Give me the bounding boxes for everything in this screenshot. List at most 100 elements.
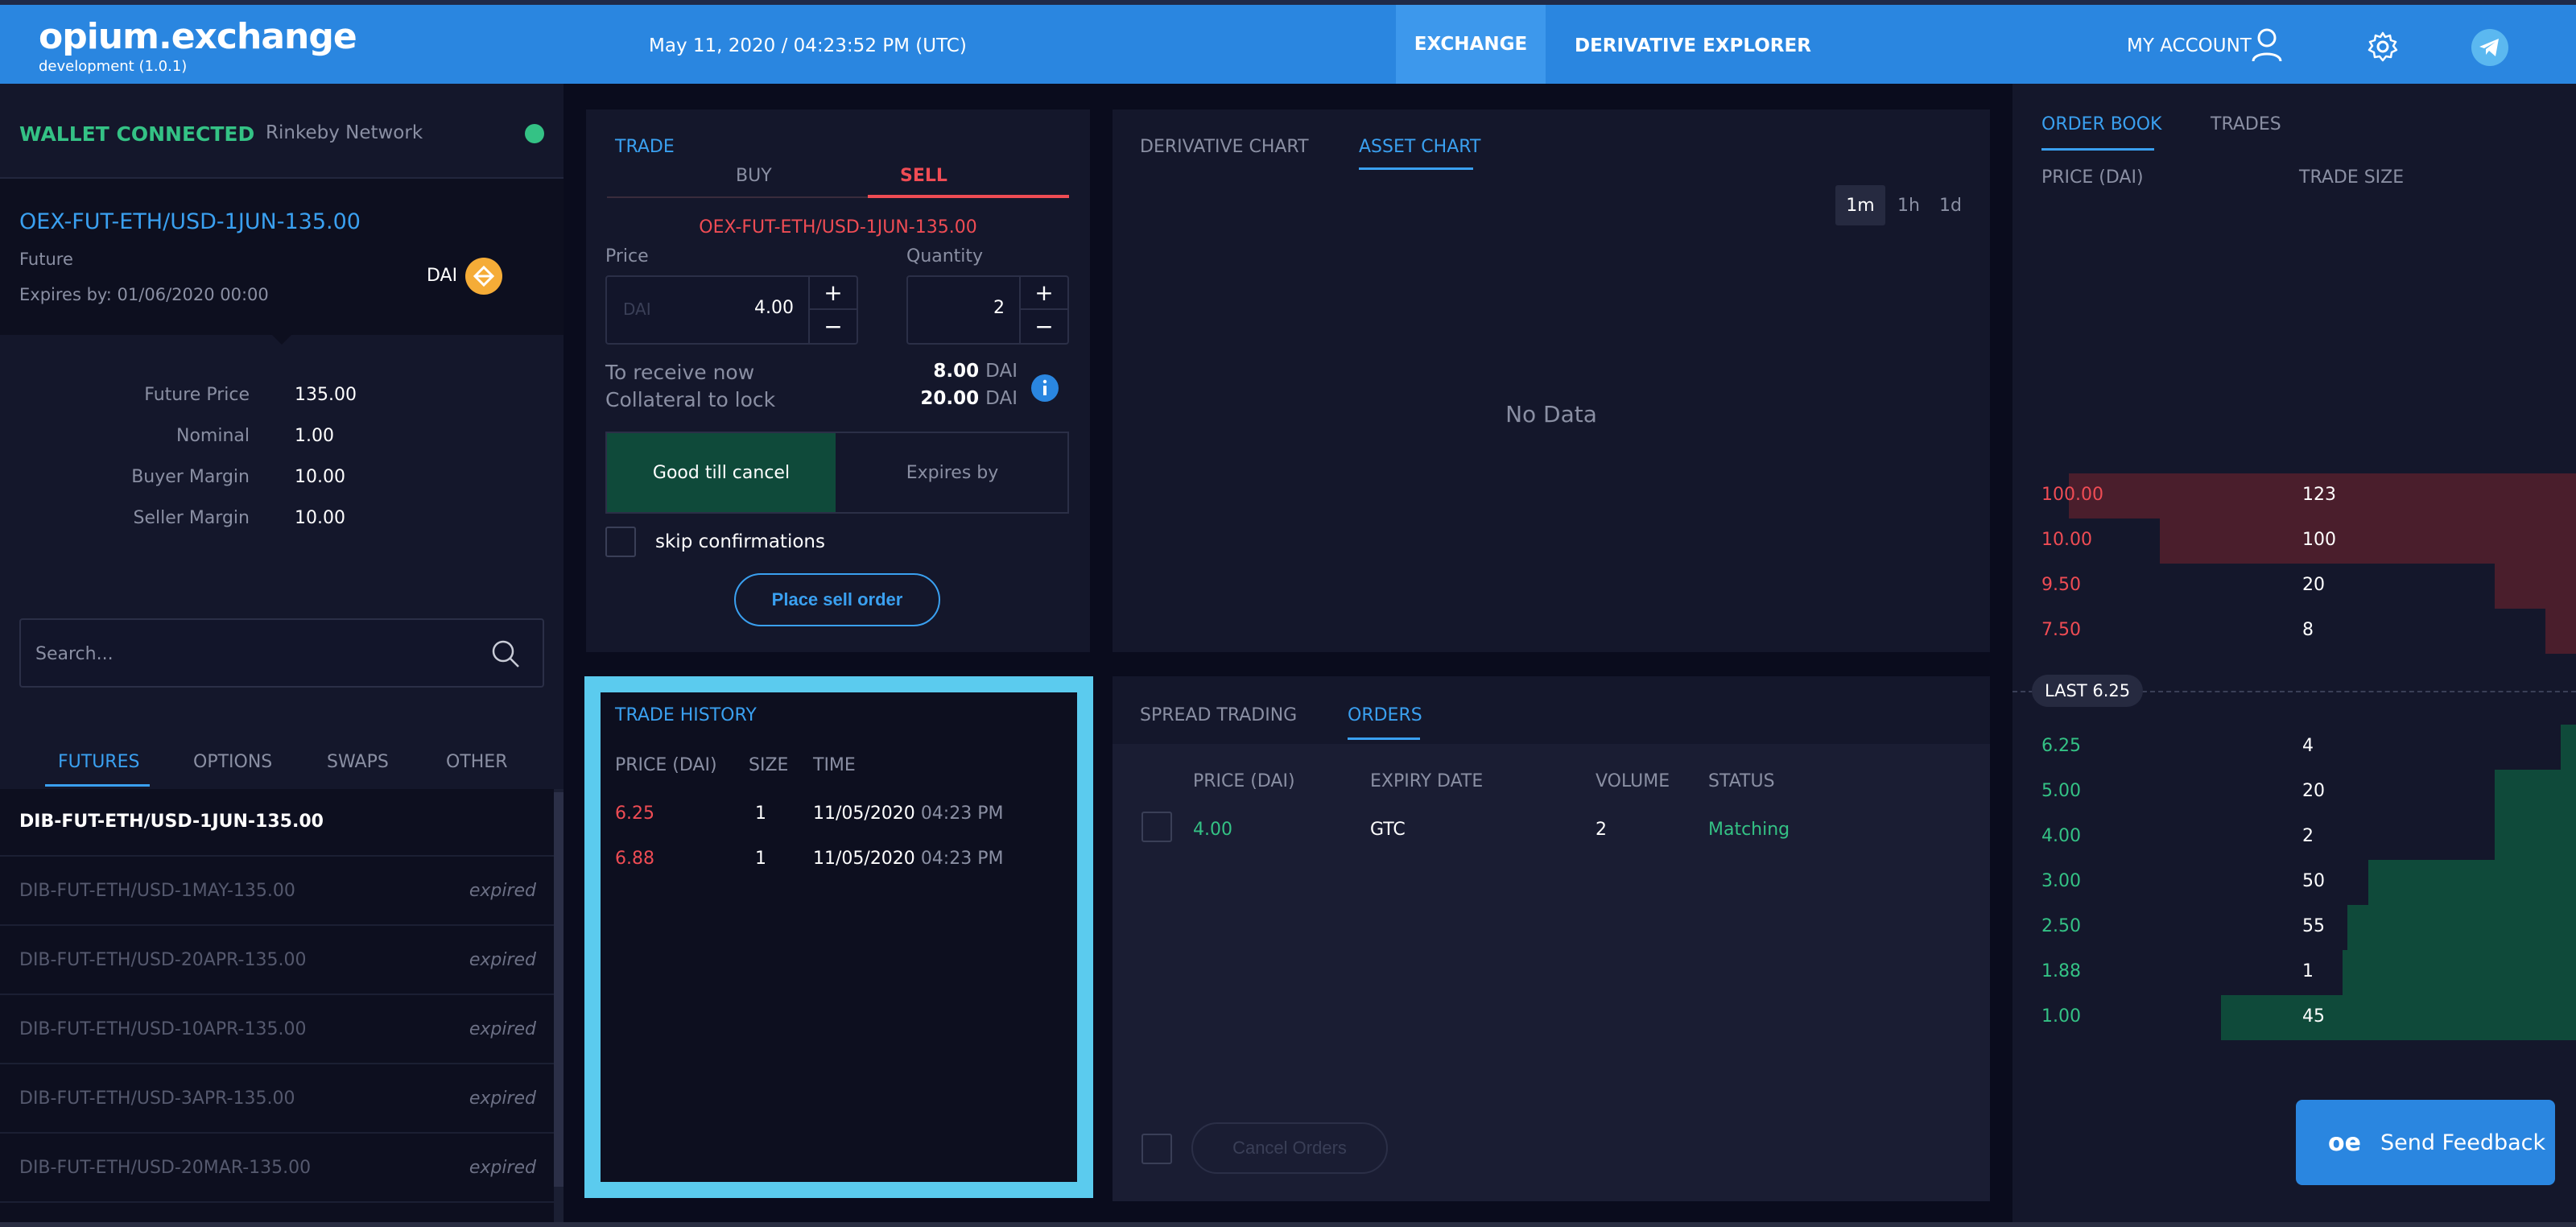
quantity-label: Quantity: [906, 246, 984, 266]
quantity-field[interactable]: 2 + −: [906, 275, 1069, 345]
cancel-orders-button[interactable]: Cancel Orders: [1191, 1122, 1388, 1174]
bid-row[interactable]: 6.25 4: [2013, 725, 2576, 770]
send-feedback-button[interactable]: oe Send Feedback: [2296, 1100, 2555, 1185]
user-icon[interactable]: [2251, 27, 2283, 63]
logo[interactable]: opium.exchange: [39, 16, 357, 57]
orders-panel: SPREAD TRADING ORDERS PRICE (DAI) EXPIRY…: [1113, 676, 1990, 1201]
gear-icon[interactable]: [2367, 31, 2399, 63]
good-till-cancel-option[interactable]: Good till cancel: [607, 433, 836, 512]
history-header-size: SIZE: [749, 755, 789, 775]
list-item[interactable]: DIB-FUT-ETH/USD-20MAR-135.00 expired: [0, 1135, 555, 1203]
ask-size: 8: [2302, 620, 2314, 640]
bid-row[interactable]: 4.00 2: [2013, 815, 2576, 860]
list-item[interactable]: DIB-FUT-ETH/USD-3APR-135.00 expired: [0, 1066, 555, 1134]
book-header-price: PRICE (DAI): [2041, 167, 2144, 188]
tab-spread-trading[interactable]: SPREAD TRADING: [1140, 705, 1297, 725]
bid-row[interactable]: 5.00 20: [2013, 770, 2576, 815]
ask-row[interactable]: 7.50 8: [2013, 609, 2576, 654]
order-row-checkbox[interactable]: [1141, 812, 1172, 842]
book-tab-underline: [2041, 148, 2154, 151]
trade-history-panel: TRADE HISTORY PRICE (DAI) SIZE TIME 6.25…: [584, 676, 1093, 1198]
telegram-icon[interactable]: [2471, 29, 2508, 66]
derivative-type: Future: [19, 250, 73, 269]
oe-logo-icon: oe: [2328, 1128, 2361, 1157]
order-status: Matching: [1708, 820, 1790, 840]
tab-options[interactable]: OPTIONS: [193, 752, 272, 772]
ask-row[interactable]: 10.00 100: [2013, 518, 2576, 564]
history-size: 1: [755, 849, 766, 869]
bid-row[interactable]: 2.50 55: [2013, 905, 2576, 950]
history-time: 11/05/2020 04:23 PM: [813, 804, 1004, 824]
bid-size: 50: [2302, 871, 2325, 891]
ask-price: 9.50: [2041, 575, 2081, 595]
derivative-name[interactable]: OEX-FUT-ETH/USD-1JUN-135.00: [19, 209, 361, 234]
history-time: 11/05/2020 04:23 PM: [813, 849, 1004, 869]
list-item-status: expired: [469, 1019, 536, 1039]
list-item[interactable]: DIB-FUT-ETH/USD-1MAY-135.00 expired: [0, 858, 555, 926]
info-icon[interactable]: [1030, 374, 1059, 403]
list-item-status: expired: [469, 1158, 536, 1178]
list-item[interactable]: DIB-FUT-ETH/USD-1JUN-135.00: [0, 789, 555, 857]
trade-derivative-name: OEX-FUT-ETH/USD-1JUN-135.00: [699, 217, 977, 238]
tab-derivative-chart[interactable]: DERIVATIVE CHART: [1140, 137, 1309, 157]
ask-price: 100.00: [2041, 485, 2103, 505]
spec-value: 135.00: [295, 385, 357, 405]
bid-depth-bar: [2221, 995, 2576, 1040]
bid-depth-bar: [2561, 725, 2576, 770]
ask-row[interactable]: 9.50 20: [2013, 564, 2576, 609]
spec-label: Future Price: [144, 385, 250, 405]
tab-futures[interactable]: FUTURES: [58, 752, 139, 772]
bid-row[interactable]: 3.00 50: [2013, 860, 2576, 905]
list-item-name: DIB-FUT-ETH/USD-20MAR-135.00: [19, 1158, 312, 1178]
list-item-name: DIB-FUT-ETH/USD-3APR-135.00: [19, 1089, 295, 1109]
orders-header-expiry: EXPIRY DATE: [1370, 771, 1484, 791]
timeframe-1m[interactable]: 1m: [1835, 185, 1885, 225]
search-icon[interactable]: [488, 636, 523, 671]
price-label: Price: [605, 246, 649, 266]
bid-row[interactable]: 1.88 1: [2013, 950, 2576, 995]
no-data-message: No Data: [1505, 401, 1597, 428]
place-sell-order-button[interactable]: Place sell order: [734, 573, 940, 626]
timeframe-1d[interactable]: 1d: [1932, 185, 1969, 225]
spec-label: Buyer Margin: [131, 467, 250, 487]
expires-by-option[interactable]: Expires by: [837, 433, 1067, 512]
price-value[interactable]: 4.00: [754, 298, 794, 318]
tab-swaps[interactable]: SWAPS: [327, 752, 389, 772]
tab-order-book[interactable]: ORDER BOOK: [2041, 114, 2162, 134]
tab-sell[interactable]: SELL: [900, 166, 947, 186]
price-stepper: + −: [808, 277, 857, 343]
search-input[interactable]: [35, 638, 486, 670]
receive-label: To receive now: [605, 361, 755, 384]
history-header-price: PRICE (DAI): [615, 755, 717, 775]
tab-asset-chart[interactable]: ASSET CHART: [1359, 137, 1480, 157]
price-increment-button[interactable]: +: [810, 277, 857, 310]
price-decrement-button[interactable]: −: [810, 310, 857, 343]
skip-confirmations-checkbox[interactable]: [605, 527, 636, 557]
currency-label: DAI: [427, 266, 458, 286]
quantity-increment-button[interactable]: +: [1021, 277, 1067, 310]
my-account-link[interactable]: MY ACCOUNT: [2127, 35, 2252, 56]
quantity-value[interactable]: 2: [993, 298, 1005, 318]
bid-row[interactable]: 1.00 45: [2013, 995, 2576, 1040]
ask-price: 10.00: [2041, 530, 2092, 550]
nav-derivative-explorer[interactable]: DERIVATIVE EXPLORER: [1575, 35, 1811, 56]
bid-size: 2: [2302, 826, 2314, 846]
tab-trades[interactable]: TRADES: [2211, 114, 2281, 134]
quantity-decrement-button[interactable]: −: [1021, 310, 1067, 343]
scrollbar-thumb[interactable]: [554, 792, 564, 1187]
tab-buy[interactable]: BUY: [736, 166, 772, 186]
ask-depth-bar: [2545, 609, 2576, 654]
receive-value: 8.00 DAI: [933, 361, 1018, 382]
list-item[interactable]: DIB-FUT-ETH/USD-10APR-135.00 expired: [0, 997, 555, 1064]
timeframe-1h[interactable]: 1h: [1890, 185, 1927, 225]
list-item[interactable]: DIB-FUT-ETH/USD-20APR-135.00 expired: [0, 927, 555, 995]
tab-other[interactable]: OTHER: [446, 752, 507, 772]
select-all-orders-checkbox[interactable]: [1141, 1134, 1172, 1164]
sell-underline: [868, 195, 1069, 198]
ask-row[interactable]: 100.00 123: [2013, 473, 2576, 518]
chart-tab-underline: [1359, 167, 1473, 170]
bid-size: 45: [2302, 1006, 2325, 1027]
nav-exchange[interactable]: EXCHANGE: [1396, 5, 1546, 84]
price-field[interactable]: DAI 4.00 + −: [605, 275, 858, 345]
tab-orders[interactable]: ORDERS: [1348, 705, 1422, 725]
